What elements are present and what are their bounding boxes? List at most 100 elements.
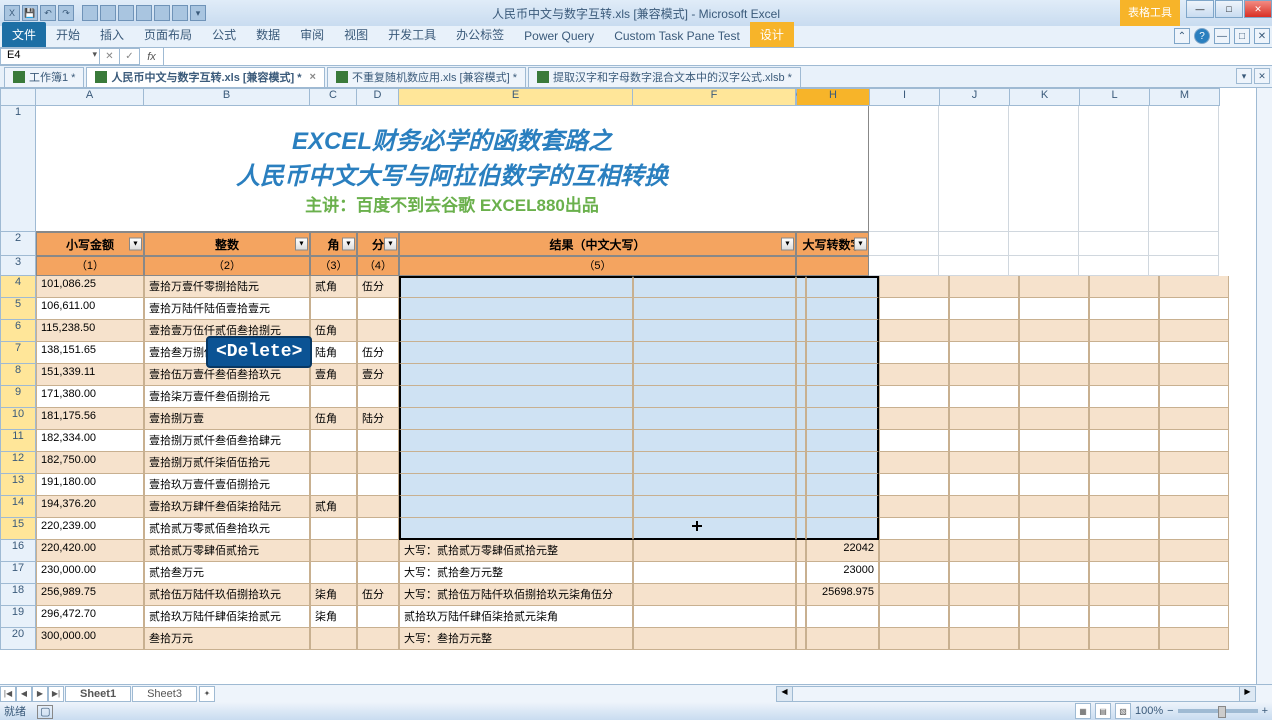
save-icon[interactable]: 💾 [22,5,38,21]
sheet-nav-next-icon[interactable]: ▶ [32,686,48,702]
cell[interactable] [1159,606,1229,628]
column-header[interactable]: A [36,88,144,106]
cell[interactable]: 230,000.00 [36,562,144,584]
cell[interactable] [1089,628,1159,650]
tabs-dropdown-icon[interactable]: ▾ [1236,68,1252,84]
workbook-tab[interactable]: 工作簿1 * [4,67,84,87]
close-button[interactable]: ✕ [1244,0,1272,18]
cell[interactable] [1019,584,1089,606]
sheet-nav-last-icon[interactable]: ▶| [48,686,64,702]
cell[interactable] [949,342,1019,364]
cell[interactable]: 贰角 [310,276,357,298]
qat-icon[interactable] [172,5,188,21]
name-box[interactable]: E4 [0,48,100,65]
cell[interactable]: 296,472.70 [36,606,144,628]
cell[interactable] [1089,496,1159,518]
cell[interactable] [1159,364,1229,386]
cell[interactable] [357,518,399,540]
cell[interactable] [879,606,949,628]
cell[interactable] [633,320,796,342]
filter-dropdown-icon[interactable]: ▼ [129,238,142,251]
workbook-tab[interactable]: 不重复随机数应用.xls [兼容模式] * [327,67,526,87]
cell[interactable]: 陆角 [310,342,357,364]
fx-icon[interactable]: fx [140,48,164,65]
cell[interactable] [939,256,1009,276]
cell[interactable]: 叁拾万元 [144,628,310,650]
cell[interactable] [806,474,879,496]
cell[interactable] [806,518,879,540]
cell[interactable] [1019,386,1089,408]
cell[interactable] [1089,364,1159,386]
cell[interactable] [949,430,1019,452]
cell[interactable] [796,430,806,452]
tab-view[interactable]: 视图 [334,22,378,47]
cell[interactable] [1159,562,1229,584]
cell[interactable] [939,232,1009,256]
cell[interactable]: 大写：叁拾万元整 [399,628,633,650]
cell[interactable] [869,232,939,256]
cell[interactable] [949,496,1019,518]
row-header[interactable]: 12 [0,452,36,474]
cell[interactable] [949,320,1019,342]
cell[interactable] [1089,386,1159,408]
cell[interactable]: 壹拾捌万贰仟叁佰叁拾肆元 [144,430,310,452]
column-header[interactable]: K [1010,88,1080,106]
cell[interactable] [633,342,796,364]
cell[interactable]: 贰拾叁万元 [144,562,310,584]
filter-dropdown-icon[interactable]: ▼ [384,238,397,251]
cell[interactable] [1159,430,1229,452]
cell[interactable] [879,342,949,364]
cell[interactable] [879,496,949,518]
row-header[interactable]: 2 [0,232,36,256]
cell[interactable] [879,364,949,386]
cell[interactable] [633,540,796,562]
view-normal-icon[interactable]: ▦ [1075,703,1091,719]
cell[interactable] [1149,106,1219,232]
table-header[interactable]: 结果（中文大写）▼ [399,232,796,256]
cell[interactable] [796,452,806,474]
tab-insert[interactable]: 插入 [90,22,134,47]
cell[interactable]: 伍角 [310,320,357,342]
table-subheader[interactable]: （5） [399,256,796,276]
row-header[interactable]: 18 [0,584,36,606]
cell[interactable] [1089,342,1159,364]
column-header[interactable]: H [797,88,870,106]
cell[interactable]: 柒角 [310,584,357,606]
cell[interactable] [879,584,949,606]
cell[interactable] [949,584,1019,606]
cell[interactable] [806,606,879,628]
row-header[interactable]: 8 [0,364,36,386]
filter-dropdown-icon[interactable]: ▼ [342,238,355,251]
table-header[interactable]: 分▼ [357,232,399,256]
cell[interactable] [796,584,806,606]
column-header[interactable]: C [310,88,357,106]
cell[interactable] [633,518,796,540]
cell[interactable] [796,518,806,540]
cell[interactable] [796,320,806,342]
cell[interactable] [399,496,633,518]
tab-layout[interactable]: 页面布局 [134,22,202,47]
table-subheader[interactable]: （4） [357,256,399,276]
cell[interactable]: 大写：贰拾贰万零肆佰贰拾元整 [399,540,633,562]
qat-icon[interactable] [136,5,152,21]
cell[interactable] [796,276,806,298]
cell[interactable] [796,496,806,518]
cell[interactable]: 贰角 [310,496,357,518]
zoom-slider[interactable] [1178,709,1258,713]
cell[interactable] [949,452,1019,474]
cell[interactable]: 伍分 [357,342,399,364]
cell[interactable] [796,474,806,496]
cell[interactable] [949,540,1019,562]
cell[interactable] [949,474,1019,496]
cell[interactable] [357,298,399,320]
cell[interactable] [357,606,399,628]
column-header[interactable]: D [357,88,399,106]
cell[interactable] [1079,106,1149,232]
sheet-nav-first-icon[interactable]: |◀ [0,686,16,702]
cell[interactable] [1019,562,1089,584]
help-icon[interactable]: ? [1194,28,1210,44]
cell[interactable] [1159,628,1229,650]
row-header[interactable]: 20 [0,628,36,650]
cell[interactable] [1159,584,1229,606]
cell[interactable] [1159,408,1229,430]
